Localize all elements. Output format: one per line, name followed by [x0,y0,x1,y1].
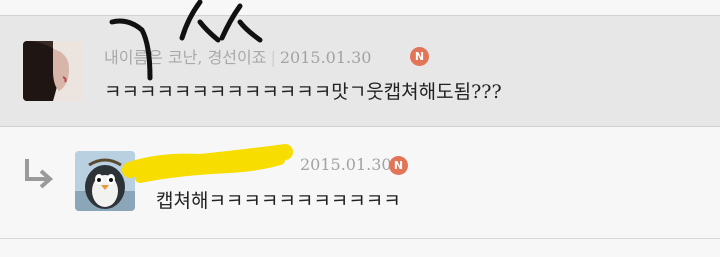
comment-date: 2015.01.30 [300,155,392,174]
comment-item: 내이름은 코난, 경선이죠 | 2015.01.30 N ㅋㅋㅋㅋㅋㅋㅋㅋㅋㅋㅋㅋㅋ… [0,15,720,127]
meta-separator: | [270,48,276,67]
comment-author[interactable]: 내이름은 코난, 경선이죠 [104,48,266,67]
comment-text: 캡쳐해ㅋㅋㅋㅋㅋㅋㅋㅋㅋㅋㅋ [156,190,401,212]
avatar[interactable] [23,41,83,101]
reply-arrow-icon [25,159,54,189]
comment-date: 2015.01.30 [279,48,372,67]
comment-meta: 2015.01.30 [300,155,392,174]
new-badge: N [410,47,429,66]
penguin-avatar-icon [75,151,135,211]
profile-photo-icon [23,41,83,101]
reply-comment-item: 2015.01.30 N 캡쳐해ㅋㅋㅋㅋㅋㅋㅋㅋㅋㅋㅋ [0,127,720,239]
comment-list: 내이름은 코난, 경선이죠 | 2015.01.30 N ㅋㅋㅋㅋㅋㅋㅋㅋㅋㅋㅋㅋㅋ… [0,0,720,257]
avatar[interactable] [75,151,135,211]
new-badge: N [389,156,408,175]
comment-text: ㅋㅋㅋㅋㅋㅋㅋㅋㅋㅋㅋㅋㅋ맛ㄱ웃캡쳐해도됨??? [104,81,502,103]
comment-meta: 내이름은 코난, 경선이죠 | 2015.01.30 [104,44,371,68]
